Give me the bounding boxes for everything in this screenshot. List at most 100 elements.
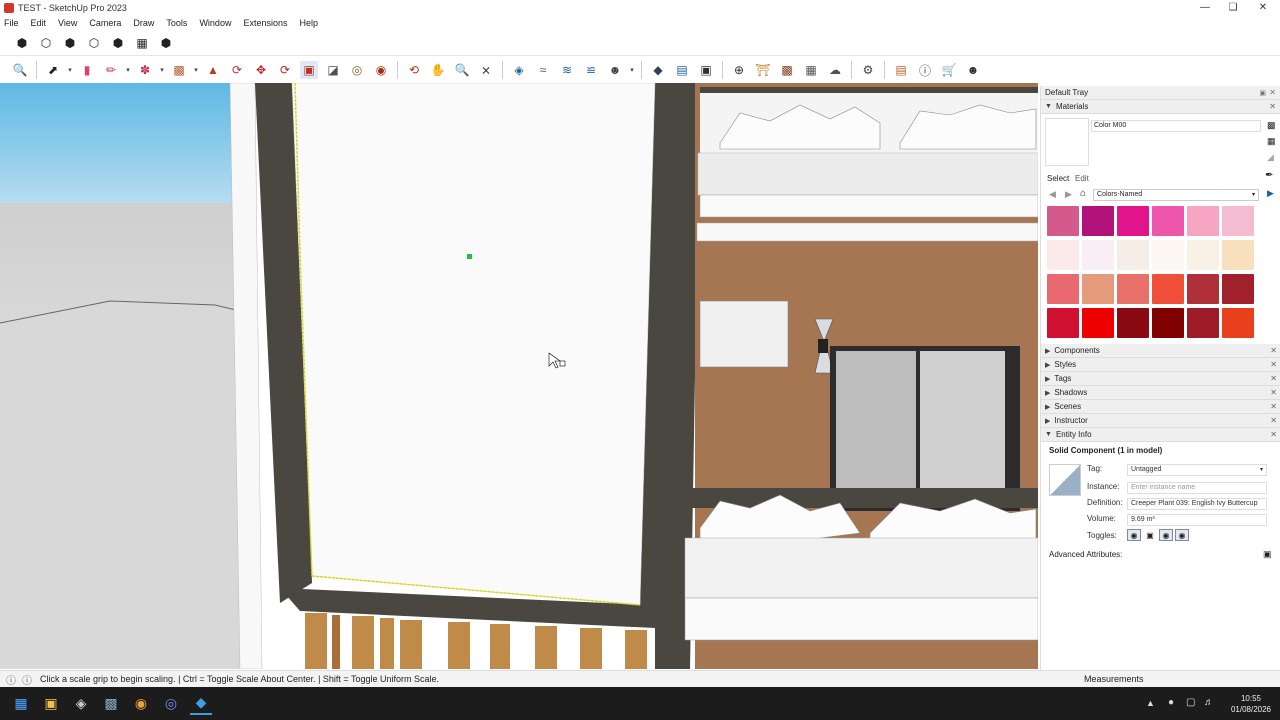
- material-swatch[interactable]: [1152, 240, 1184, 270]
- display-icon[interactable]: ▢: [1186, 697, 1195, 708]
- scene-canvas[interactable]: [0, 83, 1038, 669]
- front-view-icon[interactable]: ⬢: [61, 34, 79, 52]
- app-icon[interactable]: ▩: [100, 693, 122, 715]
- material-swatch[interactable]: [1082, 206, 1114, 236]
- tag-select[interactable]: Untagged ▾: [1127, 464, 1267, 476]
- chevron-down-icon[interactable]: ▾: [628, 61, 636, 79]
- sandbox-icon[interactable]: ⛩: [754, 61, 772, 79]
- component-icon[interactable]: ▤: [673, 61, 691, 79]
- receive-shadows-toggle-icon[interactable]: ◉: [1175, 529, 1189, 541]
- material-swatch[interactable]: [1117, 206, 1149, 236]
- info-icon[interactable]: ⓘ: [916, 61, 934, 79]
- help-circle-icon[interactable]: ⓘ: [22, 672, 32, 687]
- menu-extensions[interactable]: Extensions: [243, 18, 287, 28]
- iso-view-icon[interactable]: ⬢: [13, 34, 31, 52]
- material-swatch[interactable]: [1187, 274, 1219, 304]
- top-view-icon[interactable]: ⬡: [37, 34, 55, 52]
- minimize-button[interactable]: —: [1190, 0, 1220, 15]
- panel-scenes[interactable]: ▶ Scenes ✕: [1041, 400, 1280, 414]
- materials-panel-header[interactable]: ▼ Materials ✕: [1041, 100, 1280, 114]
- material-swatch[interactable]: [1047, 274, 1079, 304]
- panel-instructor[interactable]: ▶ Instructor ✕: [1041, 414, 1280, 428]
- material-swatch[interactable]: [1082, 308, 1114, 338]
- info-circle-icon[interactable]: ⓘ: [6, 672, 16, 687]
- add-location-icon[interactable]: ⊕: [730, 61, 748, 79]
- back-view-icon[interactable]: ⬢: [109, 34, 127, 52]
- material-swatch[interactable]: [1187, 308, 1219, 338]
- account-menu-icon[interactable]: ☻: [606, 61, 624, 79]
- panel-entity-info[interactable]: ▼ Entity Info ✕: [1041, 428, 1280, 442]
- menu-help[interactable]: Help: [299, 18, 318, 28]
- 3d-warehouse-icon[interactable]: ◆: [649, 61, 667, 79]
- close-icon[interactable]: ✕: [1270, 402, 1277, 411]
- material-swatch[interactable]: [1082, 274, 1114, 304]
- menu-draw[interactable]: Draw: [133, 18, 154, 28]
- pan-icon[interactable]: ✋: [429, 61, 447, 79]
- volume-icon[interactable]: ♬: [1204, 697, 1214, 708]
- move-icon[interactable]: ✥: [252, 61, 270, 79]
- account-icon[interactable]: ☻: [964, 61, 982, 79]
- close-icon[interactable]: ✕: [1270, 388, 1277, 397]
- sketchup-icon[interactable]: ◆: [190, 693, 212, 715]
- push-pull-icon[interactable]: ▲: [204, 61, 222, 79]
- menu-edit[interactable]: Edit: [31, 18, 47, 28]
- menu-tools[interactable]: Tools: [166, 18, 187, 28]
- material-swatch[interactable]: [1047, 308, 1079, 338]
- menu-window[interactable]: Window: [199, 18, 231, 28]
- chrome-icon[interactable]: ◉: [130, 693, 152, 715]
- pencil-icon[interactable]: ✏: [102, 61, 120, 79]
- left-view-icon[interactable]: ▦: [133, 34, 151, 52]
- solid-tools-icon[interactable]: ☁: [826, 61, 844, 79]
- details-icon[interactable]: ▶: [1267, 188, 1274, 199]
- forward-arrow-icon[interactable]: ▶: [1065, 189, 1072, 200]
- material-swatch[interactable]: [1222, 240, 1254, 270]
- extension-icon[interactable]: ▣: [697, 61, 715, 79]
- material-swatch[interactable]: [1222, 206, 1254, 236]
- paint-default-icon[interactable]: ▦: [1267, 136, 1276, 147]
- material-swatch[interactable]: [1187, 206, 1219, 236]
- material-swatch[interactable]: [1222, 274, 1254, 304]
- home-icon[interactable]: ⌂: [1080, 188, 1086, 199]
- tape-measure-icon[interactable]: ◎: [348, 61, 366, 79]
- right-view-icon[interactable]: ⬡: [85, 34, 103, 52]
- create-material-icon[interactable]: ▩: [1267, 120, 1276, 131]
- orbit-icon[interactable]: ⟲: [405, 61, 423, 79]
- material-swatch[interactable]: [1082, 240, 1114, 270]
- chevron-down-icon[interactable]: ▾: [158, 61, 166, 79]
- model-viewport[interactable]: [0, 83, 1038, 669]
- zoom-extents-icon[interactable]: ⨯: [477, 61, 495, 79]
- app-icon[interactable]: ◈: [70, 693, 92, 715]
- chevron-down-icon[interactable]: ▾: [66, 61, 74, 79]
- paint-bucket-icon[interactable]: ◉: [372, 61, 390, 79]
- pin-icon[interactable]: ▣: [1259, 89, 1266, 97]
- eraser-icon[interactable]: ▮: [78, 61, 96, 79]
- close-button[interactable]: ✕: [1248, 0, 1278, 15]
- section-display-icon[interactable]: ≈: [534, 61, 552, 79]
- cast-shadows-toggle-icon[interactable]: ◉: [1159, 529, 1173, 541]
- windows-start-icon[interactable]: ▦: [10, 693, 32, 715]
- material-swatch[interactable]: [1117, 274, 1149, 304]
- lock-icon[interactable]: ▣: [1263, 549, 1272, 560]
- material-swatch[interactable]: [1152, 206, 1184, 236]
- search-icon[interactable]: 🔍: [11, 61, 29, 79]
- section-fill-icon[interactable]: ≋: [558, 61, 576, 79]
- lock-toggle-icon[interactable]: ▣: [1143, 529, 1157, 541]
- settings-icon[interactable]: ⚙: [859, 61, 877, 79]
- close-icon[interactable]: ✕: [1269, 88, 1276, 97]
- close-icon[interactable]: ✕: [1270, 416, 1277, 425]
- menu-camera[interactable]: Camera: [89, 18, 121, 28]
- bottom-view-icon[interactable]: ⬢: [157, 34, 175, 52]
- chevron-up-icon[interactable]: ▲: [1146, 698, 1155, 708]
- discord-icon[interactable]: ◎: [160, 693, 182, 715]
- file-explorer-icon[interactable]: ▣: [40, 693, 62, 715]
- chevron-down-icon[interactable]: ▾: [124, 61, 132, 79]
- follow-me-icon[interactable]: ◪: [324, 61, 342, 79]
- material-swatch[interactable]: [1187, 240, 1219, 270]
- definition-field[interactable]: Creeper Plant 039: English Ivy Buttercup: [1127, 498, 1267, 510]
- material-swatch[interactable]: [1152, 308, 1184, 338]
- close-icon[interactable]: ✕: [1270, 430, 1277, 439]
- close-icon[interactable]: ✕: [1269, 102, 1276, 111]
- rectangle-icon[interactable]: ▩: [170, 61, 188, 79]
- visible-toggle-icon[interactable]: ◉: [1127, 529, 1141, 541]
- selected-panel[interactable]: [291, 83, 656, 606]
